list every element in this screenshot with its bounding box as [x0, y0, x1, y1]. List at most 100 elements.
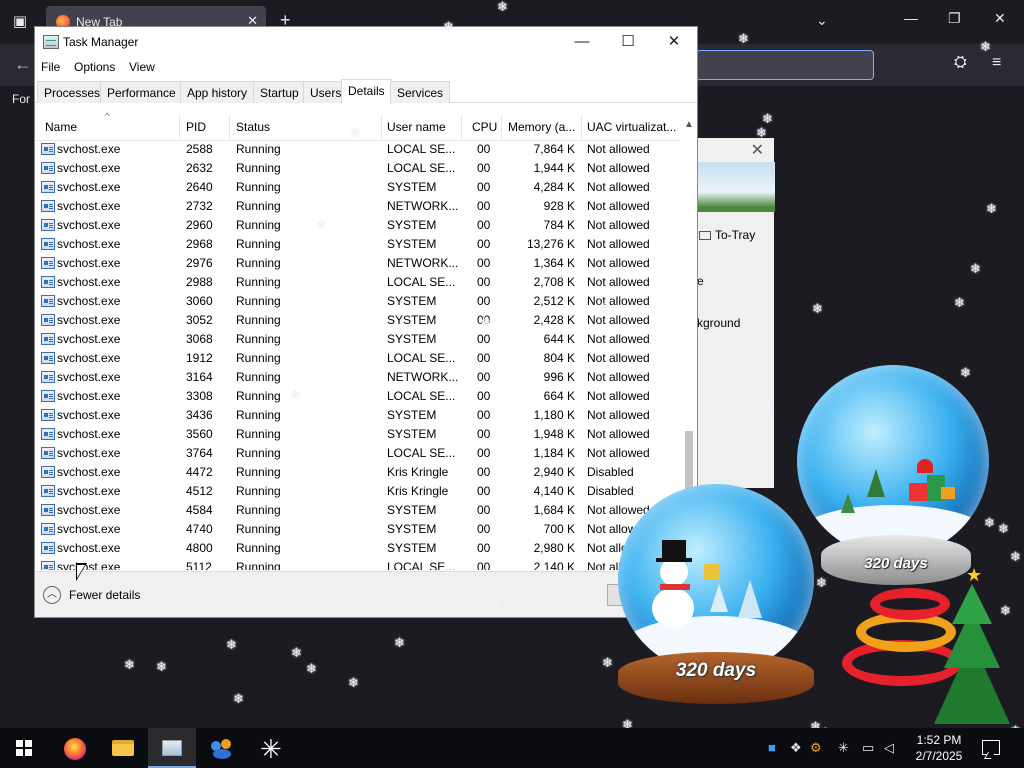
table-row[interactable]: svchost.exe 2988 Running LOCAL SE... 00 2,708… — [35, 273, 681, 292]
cell-status: Running — [236, 332, 281, 346]
table-row[interactable]: svchost.exe 4584 Running SYSTEM 00 1,684 K Not… — [35, 501, 681, 520]
system-clock[interactable]: 1:52 PM 2/7/2025 — [906, 732, 972, 764]
tray-people-icon[interactable]: ❖ — [790, 740, 802, 756]
minimize-button[interactable]: — — [559, 31, 605, 53]
fewer-details-link[interactable]: Fewer details — [69, 588, 140, 602]
table-row[interactable]: svchost.exe 3164 Running NETWORK... 00 996 K N… — [35, 368, 681, 387]
table-row[interactable]: svchost.exe 2976 Running NETWORK... 00 1,364 … — [35, 254, 681, 273]
table-row[interactable]: svchost.exe 2960 Running SYSTEM 00 784 K Not a… — [35, 216, 681, 235]
browser-close-button[interactable]: ✕ — [994, 10, 1006, 27]
table-row[interactable]: svchost.exe 2640 Running SYSTEM 00 4,284 K Not… — [35, 178, 681, 197]
table-row[interactable]: svchost.exe 4472 Running Kris Kringle 00 2,94… — [35, 463, 681, 482]
cell-name: svchost.exe — [57, 446, 121, 460]
snow-globe-widget-left[interactable]: 320 days — [612, 484, 822, 704]
taskbar-snowflake-app[interactable]: ✳ — [246, 728, 294, 768]
column-divider[interactable] — [461, 115, 462, 139]
column-memory[interactable]: Memory (a... — [508, 120, 575, 134]
taskbar-task-manager[interactable] — [148, 728, 196, 768]
column-user-name[interactable]: User name — [387, 120, 446, 134]
back-button[interactable]: ← — [14, 54, 32, 75]
table-row[interactable]: svchost.exe 2968 Running SYSTEM 00 13,276 K No… — [35, 235, 681, 254]
cell-name: svchost.exe — [57, 541, 121, 555]
tab-details[interactable]: Details — [341, 79, 392, 104]
people-icon — [209, 737, 233, 759]
network-icon[interactable]: ▭ — [862, 740, 874, 756]
column-cpu[interactable]: CPU — [472, 120, 497, 134]
table-row[interactable]: svchost.exe 3308 Running LOCAL SE... 00 664 K… — [35, 387, 681, 406]
maximize-button[interactable]: ☐ — [605, 31, 651, 53]
close-button[interactable]: ✕ — [651, 31, 697, 53]
cell-name: svchost.exe — [57, 199, 121, 213]
cell-memory: 804 K — [543, 351, 575, 365]
table-row[interactable]: svchost.exe 3052 Running SYSTEM 00 2,428 K Not… — [35, 311, 681, 330]
cell-memory: 2,512 K — [533, 294, 575, 308]
taskbar-firefox[interactable] — [50, 728, 98, 768]
taskbar-file-explorer[interactable] — [99, 728, 147, 768]
gift-icon — [941, 487, 955, 499]
column-divider[interactable] — [501, 115, 502, 139]
snowflake-icon: ❄ — [762, 111, 773, 126]
tab-performance[interactable]: Performance — [100, 81, 183, 103]
snow-globe-widget-right[interactable]: 320 days — [795, 365, 995, 585]
app-menu-button[interactable]: ≡ — [992, 54, 1001, 72]
tab-processes[interactable]: Processes — [37, 81, 108, 103]
cell-user-name: SYSTEM — [387, 427, 437, 441]
top-hat-icon — [662, 540, 686, 560]
cell-user-name: LOCAL SE... — [387, 275, 456, 289]
menu-options[interactable]: Options — [74, 60, 115, 74]
tab-startup[interactable]: Startup — [253, 81, 306, 103]
action-center-icon[interactable] — [982, 740, 1000, 755]
snowflake-icon: ❄ — [812, 301, 823, 316]
volume-muted-icon[interactable]: ◁ — [884, 740, 894, 756]
cell-cpu: 00 — [477, 408, 491, 422]
bookmark-item[interactable]: For — [12, 92, 30, 106]
dialog-close-icon[interactable]: ✕ — [751, 140, 764, 160]
browser-minimize-button[interactable]: — — [904, 10, 918, 26]
column-divider[interactable] — [229, 115, 230, 139]
column-divider[interactable] — [381, 115, 382, 139]
tray-snowflake-icon[interactable]: ✳ — [838, 740, 849, 756]
tray-settings-icon[interactable]: ⚙ — [810, 740, 822, 756]
to-tray-button[interactable]: To-Tray — [699, 228, 767, 250]
table-row[interactable]: svchost.exe 3060 Running SYSTEM 00 2,512 K Not… — [35, 292, 681, 311]
scroll-up-icon[interactable]: ▲ — [684, 119, 694, 130]
browser-restore-button[interactable]: ❐ — [948, 10, 961, 27]
column-divider[interactable] — [179, 115, 180, 139]
table-row[interactable]: svchost.exe 1912 Running LOCAL SE... 00 804 K… — [35, 349, 681, 368]
column-pid[interactable]: PID — [186, 120, 206, 134]
santa-hat-icon — [917, 459, 933, 473]
table-row[interactable]: svchost.exe 3560 Running SYSTEM 00 1,948 K Not… — [35, 425, 681, 444]
cell-cpu: 00 — [477, 484, 491, 498]
table-row[interactable]: svchost.exe 2632 Running LOCAL SE... 00 1,944… — [35, 159, 681, 178]
table-row[interactable]: svchost.exe 4800 Running SYSTEM 00 2,980 K Not… — [35, 539, 681, 558]
column-divider[interactable] — [581, 115, 582, 139]
column-status[interactable]: Status — [236, 120, 270, 134]
table-row[interactable]: svchost.exe 2588 Running LOCAL SE... 00 7,864… — [35, 140, 681, 159]
taskbar-people-app[interactable] — [197, 728, 245, 768]
start-button[interactable] — [0, 728, 48, 768]
table-row[interactable]: svchost.exe 4740 Running SYSTEM 00 700 K Not a… — [35, 520, 681, 539]
fewer-details-chevron-icon[interactable]: ︿ — [43, 586, 61, 604]
table-row[interactable]: svchost.exe 2732 Running NETWORK... 00 928 K N… — [35, 197, 681, 216]
column-name[interactable]: Name — [45, 120, 77, 134]
tab-overview-icon[interactable]: ▣ — [8, 10, 32, 34]
list-all-tabs-button[interactable]: ⌄ — [816, 12, 828, 29]
menu-view[interactable]: View — [129, 60, 155, 74]
tab-app-history[interactable]: App history — [180, 81, 255, 103]
process-icon — [41, 162, 55, 174]
address-bar[interactable] — [696, 50, 874, 80]
tab-services[interactable]: Services — [390, 81, 451, 103]
table-row[interactable]: svchost.exe 3436 Running SYSTEM 00 1,180 K Not… — [35, 406, 681, 425]
table-row[interactable]: svchost.exe 3764 Running LOCAL SE... 00 1,184… — [35, 444, 681, 463]
task-manager-title-bar[interactable]: Task Manager — ☐ ✕ — [35, 27, 697, 57]
cell-cpu: 00 — [477, 446, 491, 460]
process-icon — [41, 181, 55, 193]
table-row[interactable]: svchost.exe 3068 Running SYSTEM 00 644 K Not a… — [35, 330, 681, 349]
table-row[interactable]: svchost.exe 4512 Running Kris Kringle 00 4,14… — [35, 482, 681, 501]
menu-file[interactable]: File — [41, 60, 60, 74]
column-uac-virtualization[interactable]: UAC virtualizat... — [587, 120, 676, 134]
table-row[interactable]: svchost.exe 5112 Running LOCAL SE... 00 2,140… — [35, 558, 681, 570]
tray-app-icon[interactable]: ■ — [768, 740, 776, 755]
extensions-icon[interactable]: ⛭ — [954, 54, 967, 72]
cell-memory: 928 K — [543, 199, 575, 213]
